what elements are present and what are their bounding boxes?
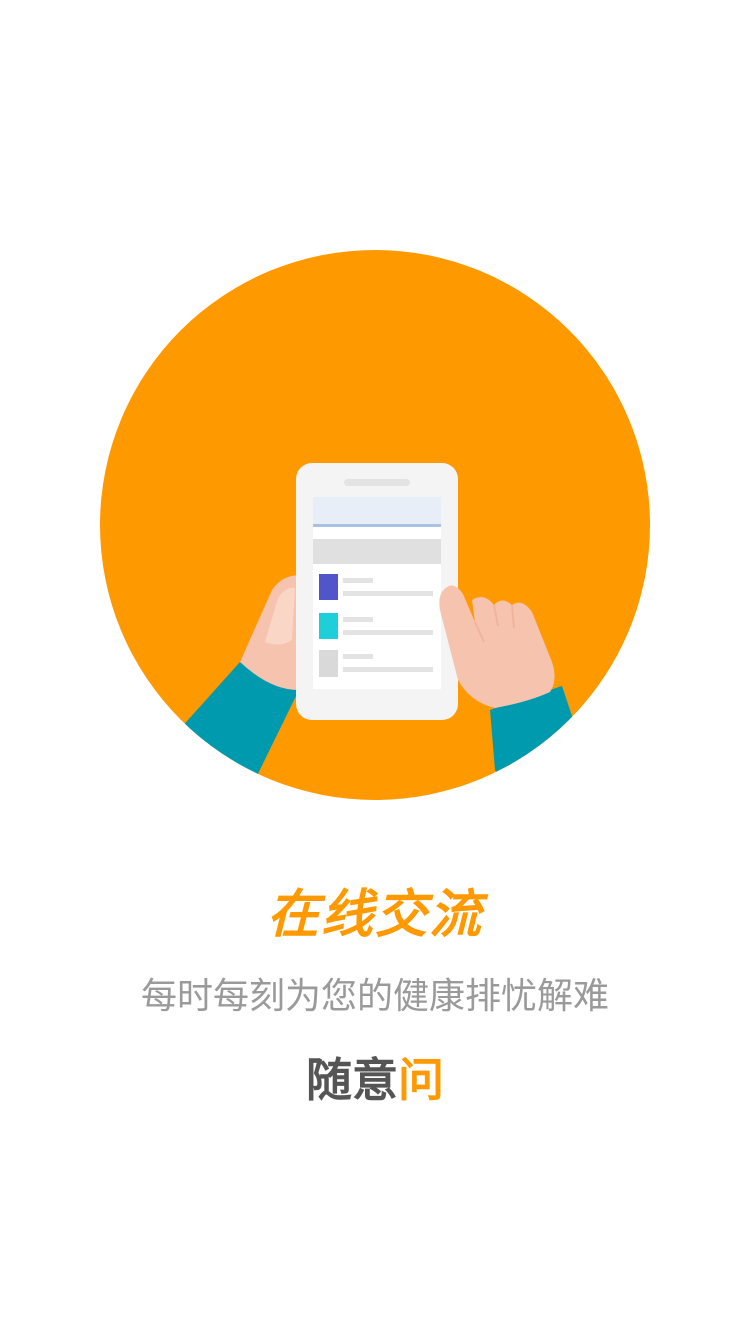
list-item-title-line	[343, 578, 373, 583]
tablet-speaker	[344, 479, 410, 486]
screen-header-divider	[313, 524, 441, 527]
list-item-thumb	[319, 613, 338, 639]
list-item-title-line	[343, 617, 373, 622]
tagline-prefix: 随意	[306, 1053, 398, 1107]
tablet-device	[296, 463, 458, 720]
screen-header	[313, 497, 441, 525]
tagline: 随意问	[0, 1048, 750, 1112]
list-item-thumb	[319, 574, 338, 600]
headline: 在线交流	[266, 885, 483, 945]
list-item-title-line	[343, 654, 373, 659]
hero-illustration	[100, 250, 650, 800]
hands-holding-tablet-icon	[100, 250, 650, 800]
onboarding-page: 在线交流 每时每刻为您的健康排忧解难 随意问	[0, 0, 750, 1334]
list-item-desc-line	[343, 630, 433, 635]
list-item-desc-line	[343, 667, 433, 672]
tagline-highlight: 问	[398, 1053, 444, 1107]
list-item-desc-line	[343, 591, 433, 596]
subtitle: 每时每刻为您的健康排忧解难	[140, 976, 609, 1017]
list-item-thumb	[319, 650, 338, 677]
screen-banner	[313, 539, 441, 564]
